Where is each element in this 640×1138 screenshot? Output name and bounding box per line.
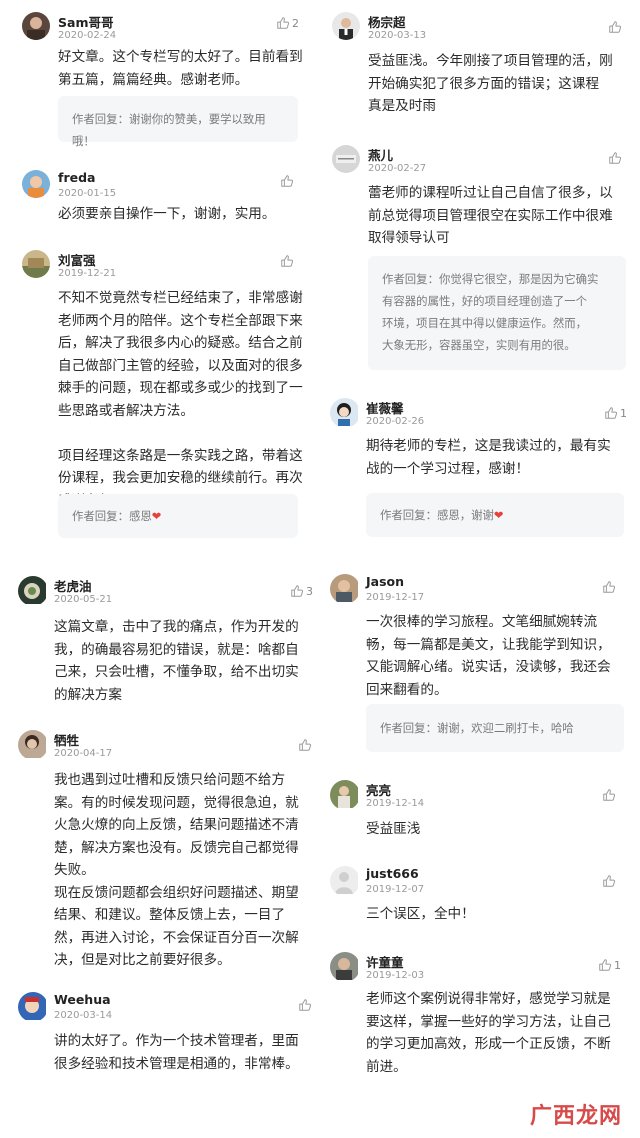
avatar[interactable] <box>330 398 360 428</box>
thumbs-up-icon <box>281 255 294 267</box>
comment-text: 老师这个案例说得非常好，感觉学习就是 要这样，掌握一些好的学习方法，让自己 的学… <box>366 991 611 1075</box>
username[interactable]: Sam哥哥 <box>58 12 113 31</box>
comment-text: 这篇文章，击中了我的痛点，作为开发的 我，的确最容易犯的错误，就是：啥都自 己来… <box>54 619 299 703</box>
thumbs-up-icon <box>299 999 312 1011</box>
comment-date: 2019-12-14 <box>366 798 425 809</box>
site-watermark: 广西龙网 <box>529 1103 622 1129</box>
comment-date: 2020-02-26 <box>366 416 425 427</box>
avatar[interactable] <box>18 992 48 1022</box>
like-button[interactable] <box>602 580 616 594</box>
like-button[interactable] <box>602 874 616 888</box>
comment-date: 2020-03-13 <box>368 30 427 41</box>
username[interactable]: Jason <box>366 574 404 589</box>
comment-text: 三个误区，全中！ <box>366 906 475 922</box>
username[interactable]: 崔薇馨 <box>366 398 404 417</box>
author-reply: 作者回复：感恩❤ <box>58 494 298 538</box>
thumbs-up-icon <box>277 17 290 29</box>
author-reply: 作者回复：你觉得它很空，那是因为它确实 有容器的属性，好的项目经理创造了一个 环… <box>368 256 626 370</box>
thumbs-up-icon <box>609 21 622 33</box>
username[interactable]: 许童童 <box>366 952 404 971</box>
like-button[interactable] <box>608 20 622 34</box>
avatar[interactable] <box>330 866 360 896</box>
author-reply-text: 作者回复：你觉得它很空，那是因为它确实 有容器的属性，好的项目经理创造了一个 环… <box>382 272 599 352</box>
username[interactable]: 燕儿 <box>368 145 393 164</box>
heart-icon: ❤ <box>151 509 162 523</box>
thumbs-up-icon <box>603 789 616 801</box>
avatar[interactable] <box>330 952 360 982</box>
author-reply: 作者回复：感恩，谢谢❤ <box>366 493 624 537</box>
comment-date: 2020-03-14 <box>54 1010 113 1021</box>
username[interactable]: just666 <box>366 866 419 881</box>
thumbs-up-icon <box>281 175 294 187</box>
like-button[interactable] <box>280 254 294 268</box>
comment-date: 2020-05-21 <box>54 594 113 605</box>
comment-date: 2020-01-15 <box>58 188 117 199</box>
avatar[interactable] <box>332 145 360 173</box>
comment-text: 受益匪浅 <box>366 821 421 837</box>
author-reply-text: 作者回复：感恩 <box>72 509 152 523</box>
comment-date: 2019-12-17 <box>366 592 425 603</box>
like-button[interactable] <box>602 788 616 802</box>
like-count: 1 <box>614 958 621 972</box>
username[interactable]: 亮亮 <box>366 780 391 799</box>
avatar[interactable] <box>330 574 360 604</box>
username[interactable]: Weehua <box>54 992 111 1007</box>
username[interactable]: 老虎油 <box>54 576 92 595</box>
comment-text: 我也遇到过吐槽和反馈只给问题不给方 案。有的时候发现问题，觉得很急迫，就 火急火… <box>54 772 299 968</box>
like-button[interactable]: 1 <box>598 958 621 972</box>
thumbs-up-icon <box>291 585 304 597</box>
author-reply-text: 作者回复：谢谢，欢迎二刷打卡，哈哈 <box>380 721 574 735</box>
comment-date: 2020-02-24 <box>58 30 117 41</box>
like-count: 2 <box>292 16 299 30</box>
like-button[interactable]: 3 <box>290 584 313 598</box>
comment-text: 受益匪浅。今年刚接了项目管理的活，刚 开始确实犯了很多方面的错误；这课程 真是及… <box>368 53 613 114</box>
avatar[interactable] <box>22 12 50 40</box>
thumbs-up-icon <box>609 152 622 164</box>
author-reply: 作者回复：谢谢你的赞美，要学以致用哦！ <box>58 96 298 148</box>
thumbs-up-icon <box>603 581 616 593</box>
comment-text: 一次很棒的学习旅程。文笔细腻婉转流 畅，每一篇都是美文，让我能学到知识， 又能调… <box>366 614 611 698</box>
like-button[interactable]: 1 <box>604 406 627 420</box>
like-button[interactable]: 2 <box>276 16 299 30</box>
author-reply-text: 作者回复：感恩，谢谢 <box>380 508 494 522</box>
avatar[interactable] <box>18 576 48 606</box>
like-button[interactable] <box>298 738 312 752</box>
heart-icon: ❤ <box>493 508 504 522</box>
thumbs-up-icon <box>599 959 612 971</box>
username[interactable]: 杨宗超 <box>368 12 406 31</box>
username[interactable]: freda <box>58 170 95 185</box>
like-button[interactable] <box>280 174 294 188</box>
comment-text: 期待老师的专栏，这是我读过的，最有实 战的一个学习过程，感谢！ <box>366 438 611 477</box>
like-count: 1 <box>620 406 627 420</box>
author-reply-text: 作者回复：谢谢你的赞美，要学以致用哦！ <box>72 112 266 148</box>
comment-date: 2019-12-21 <box>58 268 117 279</box>
thumbs-up-icon <box>605 407 618 419</box>
thumbs-up-icon <box>603 875 616 887</box>
comment-date: 2020-04-17 <box>54 748 113 759</box>
comment-date: 2020-02-27 <box>368 163 427 174</box>
comment-text: 讲的太好了。作为一个技术管理者，里面 很多经验和技术管理是相通的，非常棒。 <box>54 1033 299 1072</box>
avatar[interactable] <box>332 12 360 40</box>
like-count: 3 <box>306 584 313 598</box>
thumbs-up-icon <box>299 739 312 751</box>
comment-text: 好文章。这个专栏写的太好了。目前看到 第五篇，篇篇经典。感谢老师。 <box>58 49 303 88</box>
avatar[interactable] <box>18 730 48 760</box>
like-button[interactable] <box>608 151 622 165</box>
comment-text: 不知不觉竟然专栏已经结束了，非常感谢 老师两个月的陪伴。这个专栏全部跟下来 后，… <box>58 290 303 509</box>
comment-text: 蕾老师的课程听过让自己自信了很多，以 前总觉得项目管理很空在实际工作中很难 取得… <box>368 185 613 246</box>
comment-date: 2019-12-03 <box>366 970 425 981</box>
username[interactable]: 刘富强 <box>58 250 96 269</box>
like-button[interactable] <box>298 998 312 1012</box>
author-reply: 作者回复：谢谢，欢迎二刷打卡，哈哈 <box>366 704 624 752</box>
avatar[interactable] <box>22 250 50 278</box>
avatar[interactable] <box>330 780 360 810</box>
comment-date: 2019-12-07 <box>366 884 425 895</box>
username[interactable]: 牺牲 <box>54 730 79 749</box>
avatar[interactable] <box>22 170 50 198</box>
comment-text: 必须要亲自操作一下，谢谢，实用。 <box>58 206 276 222</box>
